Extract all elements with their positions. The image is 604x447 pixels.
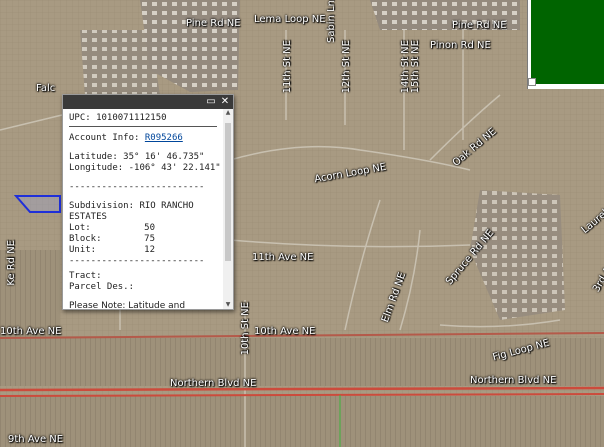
block-row: Block: 75 bbox=[69, 234, 217, 245]
lot-value: 50 bbox=[144, 223, 155, 233]
popup-titlebar[interactable]: ▭ ✕ bbox=[63, 95, 233, 109]
parcel-des-label: Parcel Des.: bbox=[69, 282, 135, 292]
unit-value: 12 bbox=[144, 245, 155, 255]
road-label-12th-st: 12th St NE bbox=[341, 40, 352, 94]
lot-label: Lot: bbox=[69, 223, 91, 233]
separator-text: ------------------------- bbox=[69, 182, 205, 192]
maximize-icon[interactable]: ▭ bbox=[205, 96, 217, 108]
road-label-10th-ave-mid: 10th Ave NE bbox=[254, 326, 316, 337]
road-label-pine-rd: Pine Rd NE bbox=[186, 18, 241, 29]
road-label-10th-st: 10th St NE bbox=[240, 302, 251, 356]
account-link[interactable]: R095266 bbox=[145, 133, 183, 143]
scroll-thumb[interactable] bbox=[225, 123, 231, 261]
road-label-ke-rd: Ke Rd NE bbox=[6, 240, 17, 286]
road-label-9th-ave: 9th Ave NE bbox=[8, 434, 64, 445]
upc-text: UPC: 1010071112150 bbox=[69, 113, 167, 123]
overview-map-panel[interactable] bbox=[527, 0, 604, 89]
close-icon[interactable]: ✕ bbox=[219, 96, 231, 108]
block-label: Block: bbox=[69, 234, 102, 244]
road-label-northern-blvd-left: Northern Blvd NE bbox=[170, 378, 257, 389]
account-label: Account Info: bbox=[69, 133, 145, 143]
overview-toggle-icon[interactable] bbox=[528, 78, 536, 86]
unit-label: Unit: bbox=[69, 245, 97, 255]
road-label-northern-blvd-right: Northern Blvd NE bbox=[470, 375, 557, 386]
unit-row: Unit: 12 bbox=[69, 245, 217, 256]
road-label-sabin: Sabin Ln bbox=[326, 0, 337, 44]
scroll-down-icon[interactable]: ▼ bbox=[223, 301, 233, 309]
note-text: Please Note: Latitude and Longitude is t… bbox=[69, 301, 186, 309]
subdivision-cont: ESTATES bbox=[69, 212, 107, 222]
longitude-text: Longitude: -106° 43' 22.141" bbox=[69, 163, 221, 173]
parcel-info-popup[interactable]: ▭ ✕ UPC: 1010071112150 Account Info: R09… bbox=[62, 94, 234, 310]
lot-row: Lot: 50 bbox=[69, 223, 217, 234]
block-value: 75 bbox=[144, 234, 155, 244]
road-label-pine-rd-2: Pine Rd NE bbox=[452, 20, 507, 31]
popup-scrollbar[interactable]: ▲ ▼ bbox=[223, 109, 233, 309]
overview-map-swatch bbox=[531, 0, 604, 84]
road-label-10th-ave-left: 10th Ave NE bbox=[0, 326, 62, 337]
road-label-falcon: Falc bbox=[36, 83, 56, 94]
account-info: Account Info: R095266 bbox=[69, 133, 217, 144]
road-label-15th-st: 15th St NE bbox=[410, 40, 421, 94]
road-label-lema-loop: Lema Loop NE bbox=[254, 14, 326, 25]
tract-label: Tract: bbox=[69, 271, 102, 281]
road-label-pinon-rd: Pinon Rd NE bbox=[430, 40, 491, 51]
road-label-11th-st: 11th St NE bbox=[282, 40, 293, 94]
road-label-11th-ave: 11th Ave NE bbox=[252, 252, 314, 263]
scroll-up-icon[interactable]: ▲ bbox=[223, 109, 233, 117]
separator-text-2: ------------------------- bbox=[69, 256, 205, 266]
divider bbox=[69, 126, 217, 127]
popup-content: UPC: 1010071112150 Account Info: R095266… bbox=[63, 109, 223, 309]
latitude-text: Latitude: 35° 16' 46.735" bbox=[69, 152, 205, 162]
subdivision-text: Subdivision: RIO RANCHO bbox=[69, 201, 194, 211]
